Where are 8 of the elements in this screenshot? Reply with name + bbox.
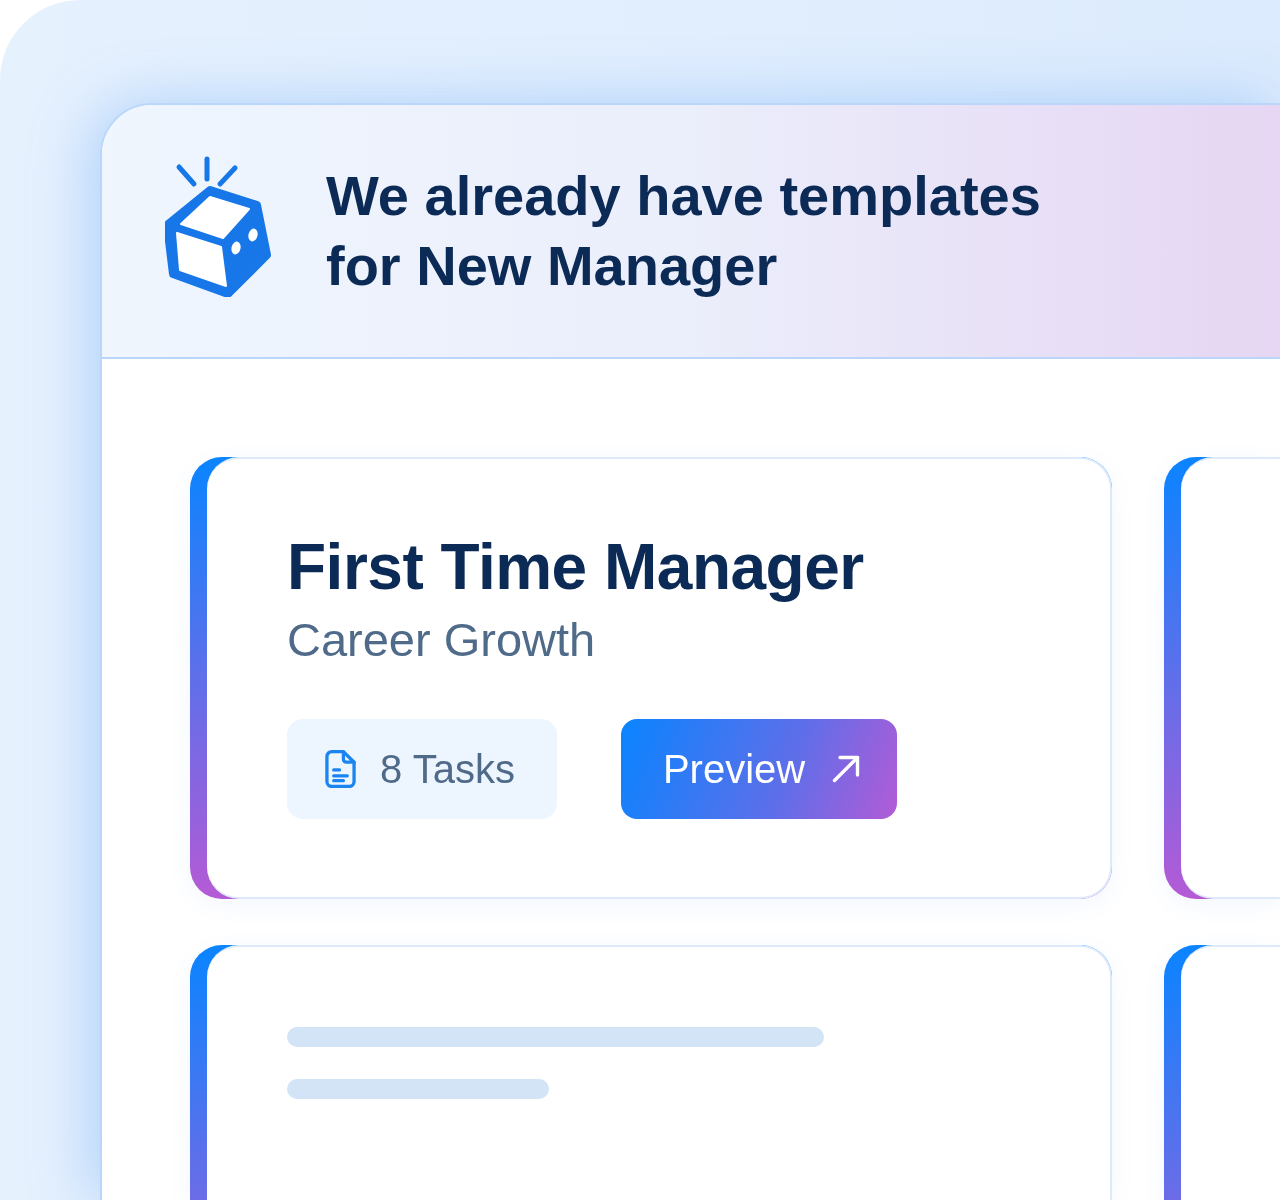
cube-icon — [165, 155, 271, 297]
document-icon — [325, 749, 356, 789]
preview-button[interactable]: Preview — [620, 719, 898, 819]
tasks-label: 8 Tasks — [380, 746, 515, 792]
card-subtitle: Career Growth — [287, 612, 597, 668]
header-title: We already have templates for New Manager — [326, 163, 1042, 299]
card-title: First Time Manager — [287, 530, 865, 605]
arrow-icon — [832, 755, 861, 783]
